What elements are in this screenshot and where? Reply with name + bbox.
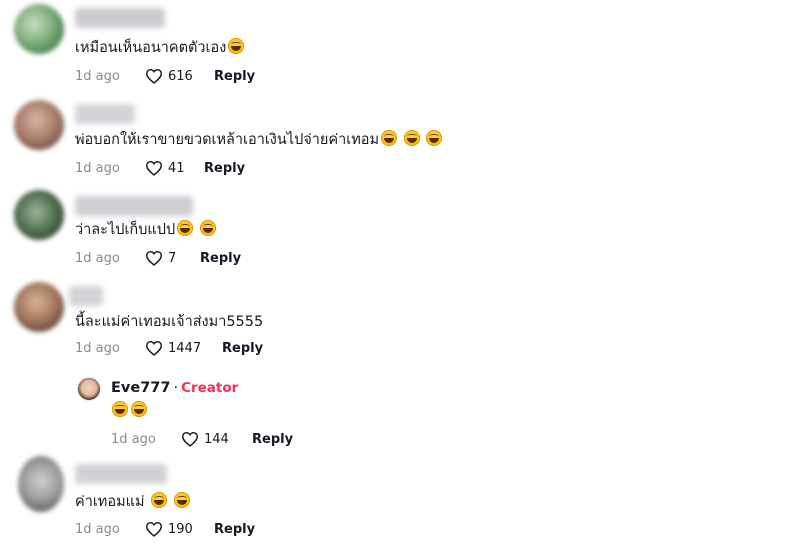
heart-icon [145, 250, 163, 266]
comment-date: 1d ago [75, 250, 120, 266]
comment-text: ค่าเทอมแม่ [75, 492, 190, 512]
comment-list: เหมือนเห็นอนาคตตัวเอง 1d ago 616 Reply พ… [0, 0, 800, 551]
comment-date: 1d ago [75, 160, 120, 176]
avatar[interactable] [18, 456, 64, 512]
creator-badge: Creator [181, 380, 239, 396]
creator-reply-text [110, 401, 147, 421]
heart-icon [181, 431, 199, 447]
reply-button[interactable]: Reply [214, 522, 255, 537]
creator-header: Eve777 · Creator [111, 380, 238, 396]
avatar[interactable] [14, 4, 64, 54]
laughing-emoji-icon [199, 220, 216, 236]
like-count: 190 [168, 521, 193, 537]
username-blurred[interactable] [75, 8, 165, 28]
avatar[interactable] [14, 282, 64, 332]
heart-icon [145, 160, 163, 176]
reply-button[interactable]: Reply [200, 251, 241, 266]
laughing-emoji-icon [151, 492, 168, 508]
comment-text-content: ว่าละไปเก็บแปป [75, 222, 176, 238]
creator-username[interactable]: Eve777 [111, 380, 170, 396]
laughing-emoji-icon [131, 401, 147, 417]
separator-dot: · [173, 380, 179, 396]
comment-meta: 1d ago 190 Reply [75, 519, 255, 539]
comment-meta: 1d ago 41 Reply [75, 158, 245, 178]
reply-button[interactable]: Reply [252, 432, 293, 447]
comment-meta: 1d ago 1447 Reply [75, 338, 263, 358]
like-button[interactable]: 616 [145, 68, 208, 84]
username-blurred[interactable] [75, 196, 193, 216]
laughing-emoji-icon [173, 492, 190, 508]
comment-date: 1d ago [75, 521, 120, 537]
avatar[interactable] [14, 190, 64, 240]
username-blurred[interactable] [69, 286, 103, 306]
comment-text-content: พ่อบอกให้เราขายขวดเหล้าเอาเงินไปจ่ายค่าเ… [75, 132, 380, 148]
heart-icon [145, 340, 163, 356]
like-button[interactable]: 7 [145, 250, 194, 266]
laughing-emoji-icon [177, 220, 194, 236]
comment-date: 1d ago [75, 68, 120, 84]
like-button[interactable]: 1447 [145, 340, 216, 356]
comment-meta: 1d ago 616 Reply [75, 66, 255, 86]
like-count: 41 [168, 160, 185, 176]
username-blurred[interactable] [75, 104, 135, 124]
comment-text: พ่อบอกให้เราขายขวดเหล้าเอาเงินไปจ่ายค่าเ… [75, 130, 443, 150]
comment-date: 1d ago [75, 340, 120, 356]
like-count: 7 [168, 250, 177, 266]
like-count: 1447 [168, 340, 202, 356]
comment-text-content: นี้ละแม่ค่าเทอมเจ้าส่งมา5555 [75, 314, 264, 330]
like-count: 144 [204, 431, 229, 447]
like-button[interactable]: 144 [181, 431, 246, 447]
creator-reply-meta: 1d ago 144 Reply [111, 429, 293, 449]
comment-text-content: เหมือนเห็นอนาคตตัวเอง [75, 40, 227, 56]
comment-text: นี้ละแม่ค่าเทอมเจ้าส่งมา5555 [75, 312, 263, 332]
comment-date: 1d ago [111, 431, 156, 447]
reply-button[interactable]: Reply [222, 341, 263, 356]
reply-button[interactable]: Reply [204, 161, 245, 176]
comment-text: เหมือนเห็นอนาคตตัวเอง [75, 38, 245, 58]
heart-icon [145, 68, 163, 84]
comment-text: ว่าละไปเก็บแปป [75, 220, 216, 240]
like-button[interactable]: 41 [145, 160, 198, 176]
avatar[interactable] [14, 100, 64, 150]
laughing-emoji-icon [403, 130, 420, 146]
laughing-emoji-icon [112, 401, 128, 417]
username-blurred[interactable] [75, 464, 167, 484]
reply-button[interactable]: Reply [214, 69, 255, 84]
laughing-emoji-icon [228, 38, 245, 54]
comment-text-content: ค่าเทอมแม่ [75, 494, 145, 510]
heart-icon [145, 521, 163, 537]
like-button[interactable]: 190 [145, 521, 208, 537]
creator-avatar[interactable] [77, 377, 101, 401]
laughing-emoji-icon [426, 130, 443, 146]
like-count: 616 [168, 68, 193, 84]
comment-meta: 1d ago 7 Reply [75, 248, 241, 268]
laughing-emoji-icon [381, 130, 398, 146]
